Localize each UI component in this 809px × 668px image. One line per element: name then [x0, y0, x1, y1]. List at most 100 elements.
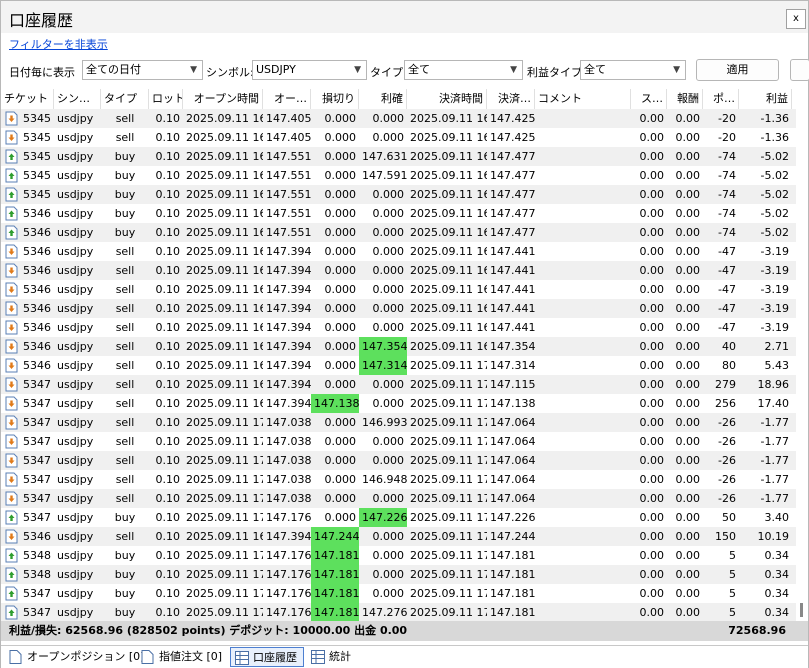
cell-type: buy [114, 150, 136, 163]
scrollbar-thumb[interactable] [800, 603, 803, 617]
column-header-swap[interactable]: ス… [631, 89, 667, 109]
cell-profit: -5.02 [760, 207, 789, 220]
column-header-fee[interactable]: 報酬 [667, 89, 703, 109]
cell-symbol: usdjpy [57, 245, 94, 258]
cell-open-price: 147.038 [266, 435, 311, 448]
cell-take-profit: 147.276 [362, 606, 407, 619]
profit-type-filter-select[interactable]: 全て ▼ [580, 60, 686, 80]
column-header-type[interactable]: タイプ [101, 89, 149, 109]
table-row[interactable]: 5347 usdjpy buy 0.10 2025.09.11 17:52147.176… [1, 603, 796, 621]
table-row[interactable]: 5347 usdjpy sell 0.10 2025.09.11 17:32147.03… [1, 489, 796, 508]
table-row[interactable]: 5346 usdjpy buy 0.10 2025.09.11 16:25147.551… [1, 223, 796, 242]
cell-swap: 0.00 [639, 416, 665, 429]
tab-3[interactable]: 統計 [307, 647, 359, 667]
tab-1[interactable]: 指値注文 [0] [137, 647, 226, 667]
cell-close-price: 147.181 [490, 606, 535, 619]
table-row[interactable]: 5346 usdjpy sell 0.10 2025.09.11 16:42147.39… [1, 280, 796, 299]
cell-ticket: 5345 [23, 131, 51, 144]
cell-points: -26 [718, 454, 736, 467]
cell-lot: 0.10 [155, 587, 181, 600]
tab-0[interactable]: オープンポジション [0] [5, 647, 144, 667]
column-header-lot[interactable]: ロット [149, 89, 183, 109]
cell-lot: 0.10 [155, 302, 181, 315]
column-header-open-price[interactable]: オー… [263, 89, 311, 109]
cell-stop-loss: 0.000 [324, 150, 357, 163]
table-row[interactable]: 5348 usdjpy buy 0.10 2025.09.11 17:52147.176… [1, 546, 796, 565]
table-row[interactable]: 5347 usdjpy sell 0.10 2025.09.11 17:32147.03… [1, 413, 796, 432]
close-button[interactable]: x [786, 9, 806, 29]
cell-close-price: 147.181 [490, 549, 535, 562]
column-header-take-profit[interactable]: 利確 [359, 89, 407, 109]
table-row[interactable]: 5345 usdjpy buy 0.10 2025.09.11 16:25147.551… [1, 147, 796, 166]
table-row[interactable]: 5347 usdjpy sell 0.10 2025.09.11 17:32147.03… [1, 432, 796, 451]
cell-type: sell [115, 340, 135, 353]
table-row[interactable]: 5347 usdjpy sell 0.10 2025.09.11 16:50147.39… [1, 375, 796, 394]
cell-take-profit: 0.000 [372, 283, 405, 296]
cell-close-price: 147.138 [490, 397, 535, 410]
cell-stop-loss: 0.000 [324, 435, 357, 448]
cell-take-profit: 0.000 [372, 245, 405, 258]
cell-points: -74 [718, 150, 736, 163]
table-row[interactable]: 5345 usdjpy buy 0.10 2025.09.11 16:25147.551… [1, 166, 796, 185]
column-header-stop-loss[interactable]: 損切り [311, 89, 359, 109]
table-row[interactable]: 5345 usdjpy buy 0.10 2025.09.11 16:25147.551… [1, 185, 796, 204]
cell-take-profit: 147.631 [362, 150, 407, 163]
table-row[interactable]: 5347 usdjpy sell 0.10 2025.09.11 17:32147.03… [1, 470, 796, 489]
column-header-comment[interactable]: コメント [535, 89, 631, 109]
table-row[interactable]: 5346 usdjpy sell 0.10 2025.09.11 16:42147.39… [1, 261, 796, 280]
cell-type: buy [114, 568, 136, 581]
cell-open-time: 2025.09.11 17:52 [186, 511, 263, 524]
table-row[interactable]: 5346 usdjpy sell 0.10 2025.09.11 16:42147.39… [1, 242, 796, 261]
cell-close-price: 147.226 [490, 511, 535, 524]
cell-close-price: 147.441 [490, 245, 535, 258]
cell-open-time: 2025.09.11 16:42 [186, 245, 263, 258]
cell-type: sell [115, 378, 135, 391]
cell-points: 256 [715, 397, 736, 410]
table-row[interactable]: 5347 usdjpy sell 0.10 2025.09.11 17:32147.03… [1, 451, 796, 470]
column-header-points[interactable]: ポ… [703, 89, 739, 109]
column-header-symbol[interactable]: シン… [54, 89, 101, 109]
cell-ticket: 5348 [23, 549, 51, 562]
account-history-window: 口座履歴 x フィルターを非表示 日付毎に表示 全ての日付 ▼ シンボル: USD… [0, 0, 809, 668]
cell-close-price: 147.441 [490, 321, 535, 334]
column-header-profit[interactable]: 利益 [739, 89, 792, 109]
cell-open-price: 147.394 [266, 397, 311, 410]
type-filter-select[interactable]: 全て ▼ [404, 60, 523, 80]
table-row[interactable]: 5347 usdjpy buy 0.10 2025.09.11 17:52147.176… [1, 584, 796, 603]
cell-ticket: 5347 [23, 473, 51, 486]
column-header-ticket[interactable]: チケット [1, 89, 54, 109]
table-row[interactable]: 5347 usdjpy sell 0.10 2025.09.11 16:50147.39… [1, 394, 796, 413]
table-icon [235, 651, 249, 665]
extra-button[interactable] [790, 59, 809, 81]
vertical-scrollbar[interactable] [796, 89, 808, 621]
table-row[interactable]: 5348 usdjpy buy 0.10 2025.09.11 17:52147.176… [1, 565, 796, 584]
date-filter-select[interactable]: 全ての日付 ▼ [82, 60, 203, 80]
cell-fee: 0.00 [675, 340, 701, 353]
cell-symbol: usdjpy [57, 169, 94, 182]
column-header-open-time[interactable]: オープン時間 [183, 89, 263, 109]
cell-symbol: usdjpy [57, 511, 94, 524]
table-row[interactable]: 5345 usdjpy sell 0.10 2025.09.11 16:05147.40… [1, 128, 796, 147]
symbol-filter-select[interactable]: USDJPY ▼ [252, 60, 367, 80]
cell-comment [535, 109, 631, 128]
cell-comment [535, 356, 631, 375]
apply-button[interactable]: 適用 [696, 59, 779, 81]
hide-filter-link[interactable]: フィルターを非表示 [9, 36, 108, 52]
cell-open-price: 147.038 [266, 454, 311, 467]
cell-close-time: 2025.09.11 16:49 [410, 264, 487, 277]
tab-2[interactable]: 口座履歴 [230, 647, 304, 667]
table-row[interactable]: 5346 usdjpy sell 0.10 2025.09.11 16:42147.39… [1, 299, 796, 318]
cell-close-time: 2025.09.11 16:14 [410, 131, 487, 144]
cell-fee: 0.00 [675, 435, 701, 448]
table-row[interactable]: 5345 usdjpy sell 0.10 2025.09.11 16:05147.40… [1, 109, 796, 128]
table-row[interactable]: 5347 usdjpy buy 0.10 2025.09.11 17:52147.176… [1, 508, 796, 527]
table-row[interactable]: 5346 usdjpy sell 0.10 2025.09.11 16:50147.39… [1, 356, 796, 375]
table-row[interactable]: 5346 usdjpy sell 0.10 2025.09.11 16:42147.39… [1, 318, 796, 337]
cell-swap: 0.00 [639, 378, 665, 391]
table-row[interactable]: 5346 usdjpy sell 0.10 2025.09.11 16:50147.39… [1, 337, 796, 356]
column-header-close-price[interactable]: 決済… [487, 89, 535, 109]
table-row[interactable]: 5346 usdjpy sell 0.10 2025.09.11 16:50147.39… [1, 527, 796, 546]
table-row[interactable]: 5346 usdjpy buy 0.10 2025.09.11 16:25147.551… [1, 204, 796, 223]
column-header-close-time[interactable]: 決済時間 [407, 89, 487, 109]
cell-open-price: 147.551 [266, 150, 311, 163]
